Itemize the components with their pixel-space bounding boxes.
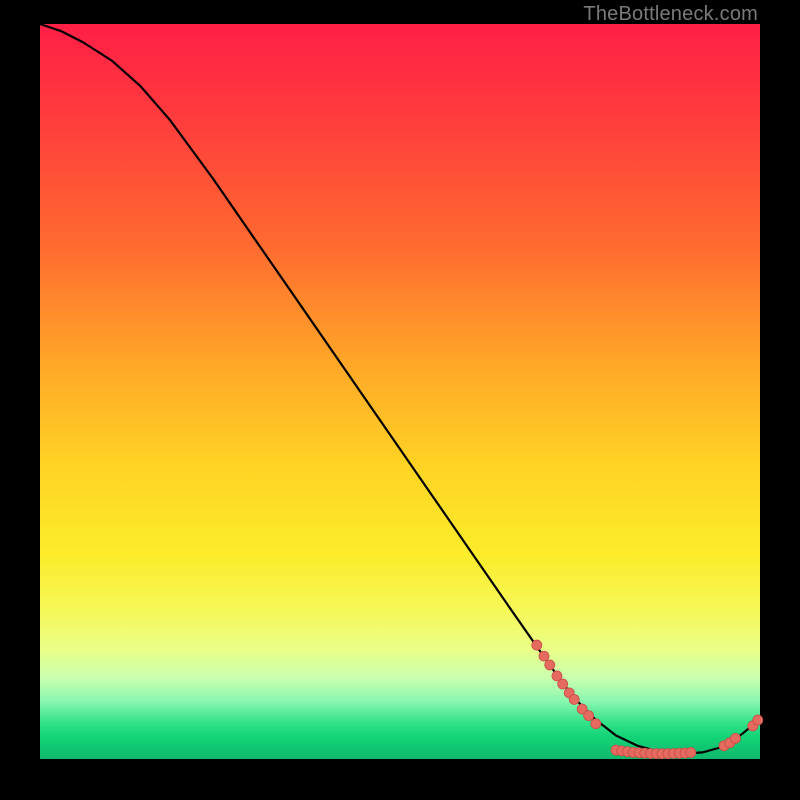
bottleneck-curve bbox=[40, 24, 760, 754]
chart-stage: TheBottleneck.com bbox=[0, 0, 800, 800]
data-point bbox=[545, 660, 555, 670]
data-points bbox=[532, 640, 763, 759]
data-point bbox=[558, 679, 568, 689]
data-point bbox=[686, 748, 696, 758]
data-point bbox=[532, 640, 542, 650]
data-point bbox=[591, 719, 601, 729]
data-point bbox=[539, 651, 549, 661]
plot-area bbox=[40, 24, 760, 759]
data-point bbox=[731, 733, 741, 743]
chart-svg bbox=[40, 24, 760, 759]
data-point bbox=[569, 694, 579, 704]
data-point bbox=[584, 711, 594, 721]
watermark-text: TheBottleneck.com bbox=[583, 3, 758, 26]
data-point bbox=[753, 715, 763, 725]
